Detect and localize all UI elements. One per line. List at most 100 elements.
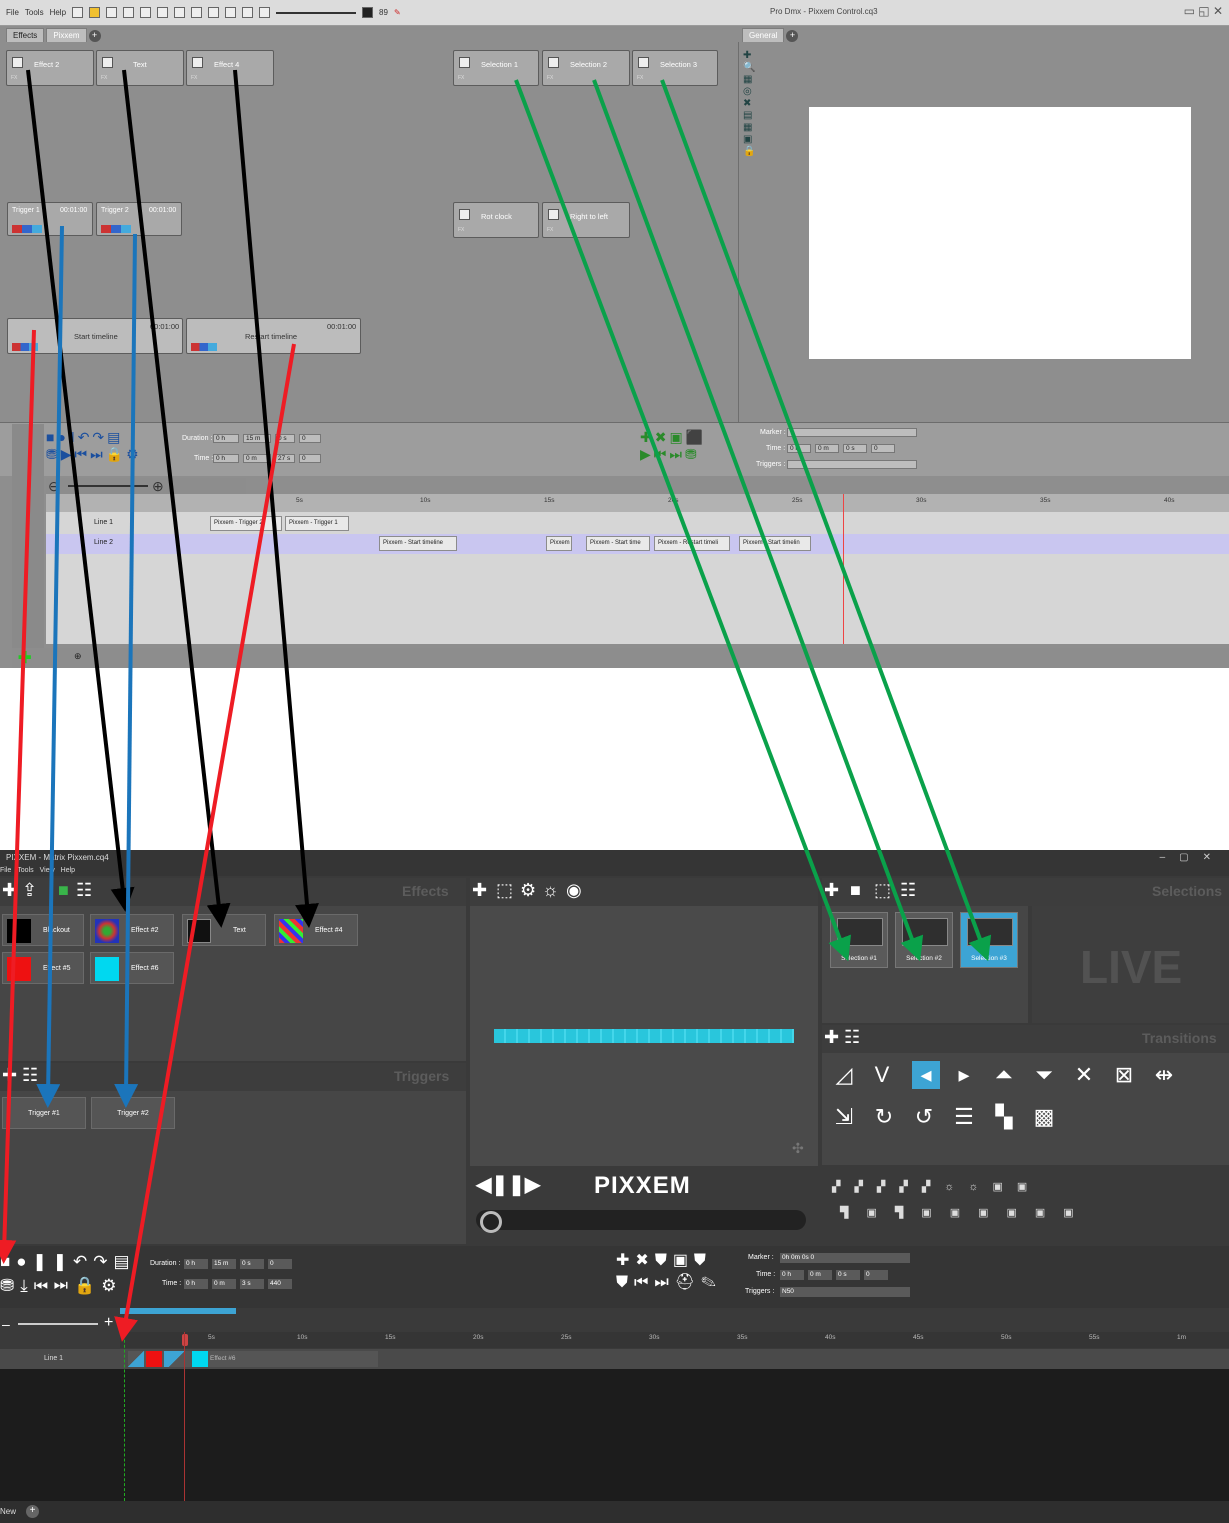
- effect-tile-4[interactable]: Effect #4: [274, 914, 358, 946]
- effect-button-4[interactable]: Effect 4 FX: [186, 50, 274, 86]
- clip-pixxem[interactable]: Pixxem: [546, 536, 572, 551]
- play-pause-icons[interactable]: ◀❚❚▶: [476, 1172, 540, 1197]
- trigger-tile-2[interactable]: Trigger #2: [91, 1097, 175, 1129]
- add-icon[interactable]: ✚: [472, 880, 487, 901]
- time-minutes[interactable]: 0 m: [212, 1279, 236, 1289]
- marker-control-icons[interactable]: ✚✖▣⬛ ▶⏮⏭⛃: [640, 429, 706, 463]
- time-frames[interactable]: 440: [268, 1279, 292, 1289]
- selection-tile-2[interactable]: Selection #2: [895, 912, 953, 968]
- pixxem-playhead[interactable]: [124, 1320, 125, 1501]
- transition-rotate-ccw-icon[interactable]: ↺: [910, 1103, 938, 1131]
- marker-minutes[interactable]: 0 m: [815, 444, 839, 453]
- marker-seconds[interactable]: 0 s: [836, 1270, 860, 1280]
- effect-tile-blackout[interactable]: Blackout: [2, 914, 84, 946]
- add-selection-icon[interactable]: ✚: [824, 880, 839, 901]
- marker-triggers-field[interactable]: N50: [780, 1287, 910, 1297]
- pin-icon[interactable]: ✎: [394, 8, 401, 17]
- effect-button-2[interactable]: Effect 2 FX: [6, 50, 94, 86]
- time-frames[interactable]: 0: [299, 454, 321, 463]
- marker-control-icons[interactable]: ✚✖⛊▣⛊ ⛊⏮⏭⛑✎: [616, 1250, 722, 1294]
- blend-mode-icons-2[interactable]: ▜▣▜▣▣▣▣▣▣: [840, 1206, 1092, 1219]
- add-line-icon[interactable]: ✚: [18, 648, 31, 668]
- add-general-tab-icon[interactable]: +: [786, 30, 799, 42]
- add-timeline-icon[interactable]: ⊕: [74, 651, 82, 662]
- transition-up-icon[interactable]: ⏶: [990, 1061, 1018, 1089]
- time-hours[interactable]: 0 h: [213, 454, 239, 463]
- select-icon[interactable]: ⬚: [874, 880, 891, 901]
- clip-trigger-1[interactable]: Pixxem - Trigger 1: [285, 516, 349, 531]
- pixxem-ruler[interactable]: 5s 10s 15s 20s 25s 30s 35s 40s 45s 50s 5…: [120, 1332, 1229, 1348]
- new-icon[interactable]: [72, 7, 84, 18]
- transition-shuffle-icon[interactable]: ▚: [990, 1103, 1018, 1131]
- redo-icon[interactable]: [191, 7, 203, 18]
- start-timeline-button[interactable]: Start timeline 00:01:00: [7, 318, 183, 354]
- clip-restart-timeline[interactable]: Pixxem - Restart timeli: [654, 536, 730, 551]
- list-icon[interactable]: ☷: [22, 1065, 38, 1086]
- effect-tile-5[interactable]: Effect #5: [2, 952, 84, 984]
- transition-expand-icon[interactable]: ⇲: [830, 1103, 858, 1131]
- cut-icon[interactable]: [157, 7, 169, 18]
- add-transition-icon[interactable]: ✚: [824, 1027, 839, 1048]
- select-area-icon[interactable]: ⬚: [496, 880, 513, 901]
- player-progress[interactable]: [476, 1210, 806, 1233]
- clip-trigger-2[interactable]: Pixxem - Trigger 2: [210, 516, 282, 531]
- tab-effects[interactable]: Effects: [6, 28, 45, 42]
- open-folder-icon[interactable]: [89, 7, 101, 18]
- clip-start-timeline[interactable]: Pixxem - Start timeline: [379, 536, 457, 551]
- gear-icon[interactable]: ⚙: [520, 880, 536, 901]
- transition-down-icon[interactable]: ⏷: [1030, 1061, 1058, 1089]
- transition-ramp-icon[interactable]: ◿: [830, 1061, 858, 1089]
- palette-icon[interactable]: [242, 7, 254, 18]
- tab-general[interactable]: General: [742, 28, 785, 42]
- zoom-in-icon[interactable]: ⊕: [152, 478, 164, 495]
- pixxem-clip[interactable]: Effect #6: [128, 1351, 378, 1367]
- menu-file[interactable]: File: [6, 8, 19, 17]
- duration-seconds[interactable]: 0 s: [275, 434, 295, 443]
- zoom-slider[interactable]: [18, 1323, 98, 1325]
- preview-canvas[interactable]: [809, 107, 1191, 359]
- marker-triggers-field[interactable]: [787, 460, 917, 469]
- slider-handle[interactable]: [362, 7, 374, 18]
- selection-button-2[interactable]: Selection 2 FX: [542, 50, 630, 86]
- transition-blinds-icon[interactable]: ☰: [950, 1103, 978, 1131]
- trigger-button-1[interactable]: Trigger 1 00:01:00: [7, 202, 93, 236]
- menu-tools[interactable]: Tools: [25, 8, 44, 17]
- time-minutes[interactable]: 0 m: [243, 454, 271, 463]
- zoom-in-icon[interactable]: +: [104, 1314, 113, 1332]
- brightness-icon[interactable]: ☼: [542, 880, 559, 901]
- add-tab-icon[interactable]: +: [26, 1505, 39, 1518]
- progress-knob[interactable]: [480, 1211, 502, 1233]
- menu-tools[interactable]: Tools: [17, 867, 33, 874]
- duration-minutes[interactable]: 15 m: [212, 1259, 236, 1269]
- zoom-out-icon[interactable]: –: [2, 1316, 10, 1332]
- undo-icon[interactable]: [174, 7, 186, 18]
- timeline-line-1[interactable]: Line 1 Pixxem - Trigger 2 Pixxem - Trigg…: [46, 514, 1229, 534]
- time-seconds[interactable]: 27 s: [275, 454, 295, 463]
- blend-mode-icons[interactable]: ▞▞▞▞▞☼☼▣▣: [832, 1180, 1041, 1193]
- selection-button-1[interactable]: Selection 1 FX: [453, 50, 539, 86]
- clip-start-timeline-2[interactable]: Pixxem - Start timelin: [739, 536, 811, 551]
- timeline-line-2[interactable]: Line 2 Pixxem - Start timeline Pixxem Pi…: [46, 534, 1229, 554]
- list-icon[interactable]: ☷: [76, 880, 92, 901]
- effect-tile-2[interactable]: Effect #2: [90, 914, 174, 946]
- duration-hours[interactable]: 0 h: [213, 434, 239, 443]
- clip-start-time[interactable]: Pixxem - Start time: [586, 536, 650, 551]
- selection-button-3[interactable]: Selection 3 FX: [632, 50, 718, 86]
- menu-view[interactable]: View: [40, 867, 55, 874]
- trigger-tile-1[interactable]: Trigger #1: [2, 1097, 86, 1129]
- marker-pin-icon[interactable]: [182, 1334, 188, 1346]
- tab-new[interactable]: New: [0, 1507, 16, 1516]
- effect-tile-6[interactable]: Effect #6: [90, 952, 174, 984]
- selection-tile-1[interactable]: Selection #1: [830, 912, 888, 968]
- transition-right-icon[interactable]: ▸: [950, 1061, 978, 1089]
- marker-frames[interactable]: 0: [871, 444, 895, 453]
- copy-icon[interactable]: [123, 7, 135, 18]
- move-right-to-left[interactable]: Right to left FX: [542, 202, 630, 238]
- effect-icon[interactable]: ■: [58, 880, 69, 901]
- move-icon[interactable]: ✣: [792, 1140, 804, 1157]
- marker-hours[interactable]: 0 h: [780, 1270, 804, 1280]
- menu-help[interactable]: Help: [50, 8, 66, 17]
- duration-seconds[interactable]: 0 s: [240, 1259, 264, 1269]
- transition-implode-icon[interactable]: ✕: [1070, 1061, 1098, 1089]
- timeline-ruler[interactable]: 5s 10s 15s 20s 25s 30s 35s 40s: [46, 494, 1229, 512]
